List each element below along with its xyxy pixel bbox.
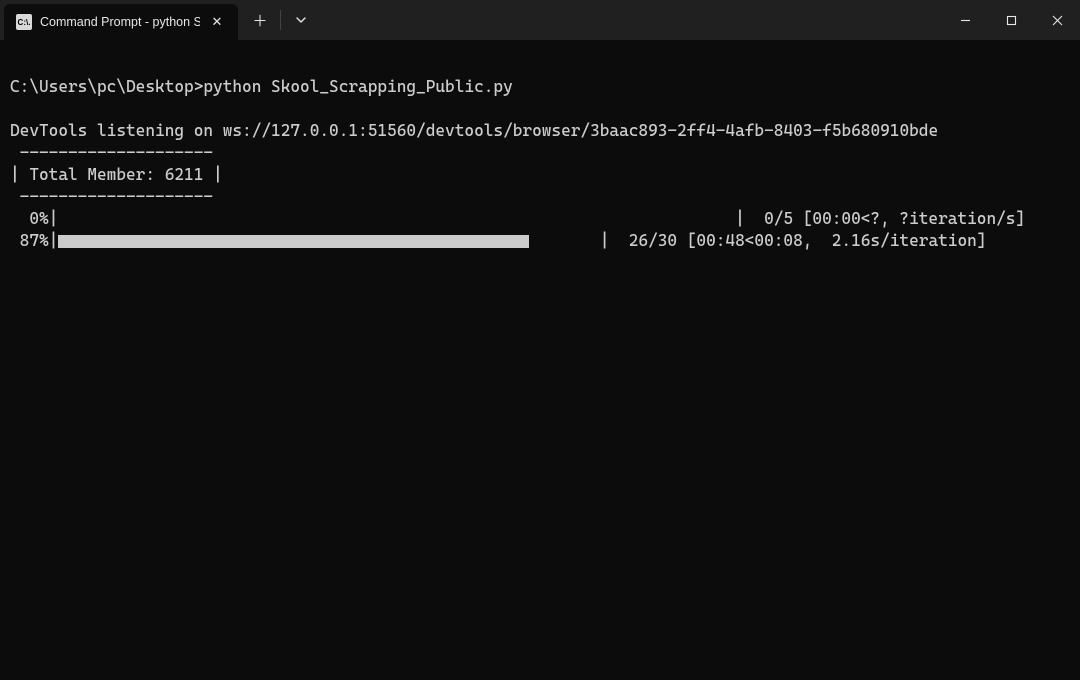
- maximize-button[interactable]: [988, 0, 1034, 40]
- progress-stats: 0/5 [00:00<?, ?iteration/s]: [754, 208, 1025, 230]
- box-top: --------------------: [10, 143, 213, 162]
- progress-line-1: 87%|| 26/30 [00:48<00:08, 2.16s/iteratio…: [10, 230, 1070, 252]
- new-tab-button[interactable]: ＋: [244, 4, 276, 36]
- box-mid: | Total Member: 6211 |: [10, 165, 223, 184]
- box-bottom: --------------------: [10, 187, 213, 206]
- titlebar-drag-area[interactable]: [317, 0, 942, 40]
- progress-sep: |: [49, 230, 59, 252]
- minimize-button[interactable]: [942, 0, 988, 40]
- progress-end: |: [735, 208, 754, 230]
- progress-end: |: [600, 230, 619, 252]
- tab-close-button[interactable]: ✕: [208, 13, 226, 31]
- progress-pct: 87%: [10, 230, 49, 252]
- progress-line-0: 0%|| 0/5 [00:00<?, ?iteration/s]: [10, 208, 1070, 230]
- progress-pct: 0%: [10, 208, 49, 230]
- titlebar: C:\. Command Prompt - python S ✕ ＋: [0, 0, 1080, 40]
- tab-actions: ＋: [238, 0, 317, 40]
- tab-active[interactable]: C:\. Command Prompt - python S ✕: [4, 4, 238, 40]
- tab-divider: [280, 10, 281, 30]
- progress-stats: 26/30 [00:48<00:08, 2.16s/iteration]: [619, 230, 986, 252]
- window-controls: [942, 0, 1080, 40]
- terminal-output: C:\Users\pc\Desktop>python Skool_Scrappi…: [10, 54, 1070, 252]
- close-button[interactable]: [1034, 0, 1080, 40]
- tab-title: Command Prompt - python S: [40, 15, 200, 29]
- terminal-scrollarea[interactable]: C:\Users\pc\Desktop>python Skool_Scrappi…: [0, 40, 1080, 680]
- tab-strip: C:\. Command Prompt - python S ✕: [0, 0, 238, 40]
- progress-bar: [58, 211, 735, 228]
- progress-sep: |: [49, 208, 59, 230]
- terminal-window: C:\. Command Prompt - python S ✕ ＋: [0, 0, 1080, 680]
- progress-bar: [58, 233, 599, 250]
- prompt-line: C:\Users\pc\Desktop>python Skool_Scrappi…: [10, 77, 513, 96]
- tab-dropdown-button[interactable]: [285, 4, 317, 36]
- cmd-icon: C:\.: [16, 14, 32, 30]
- devtools-line: DevTools listening on ws://127.0.0.1:515…: [10, 121, 938, 140]
